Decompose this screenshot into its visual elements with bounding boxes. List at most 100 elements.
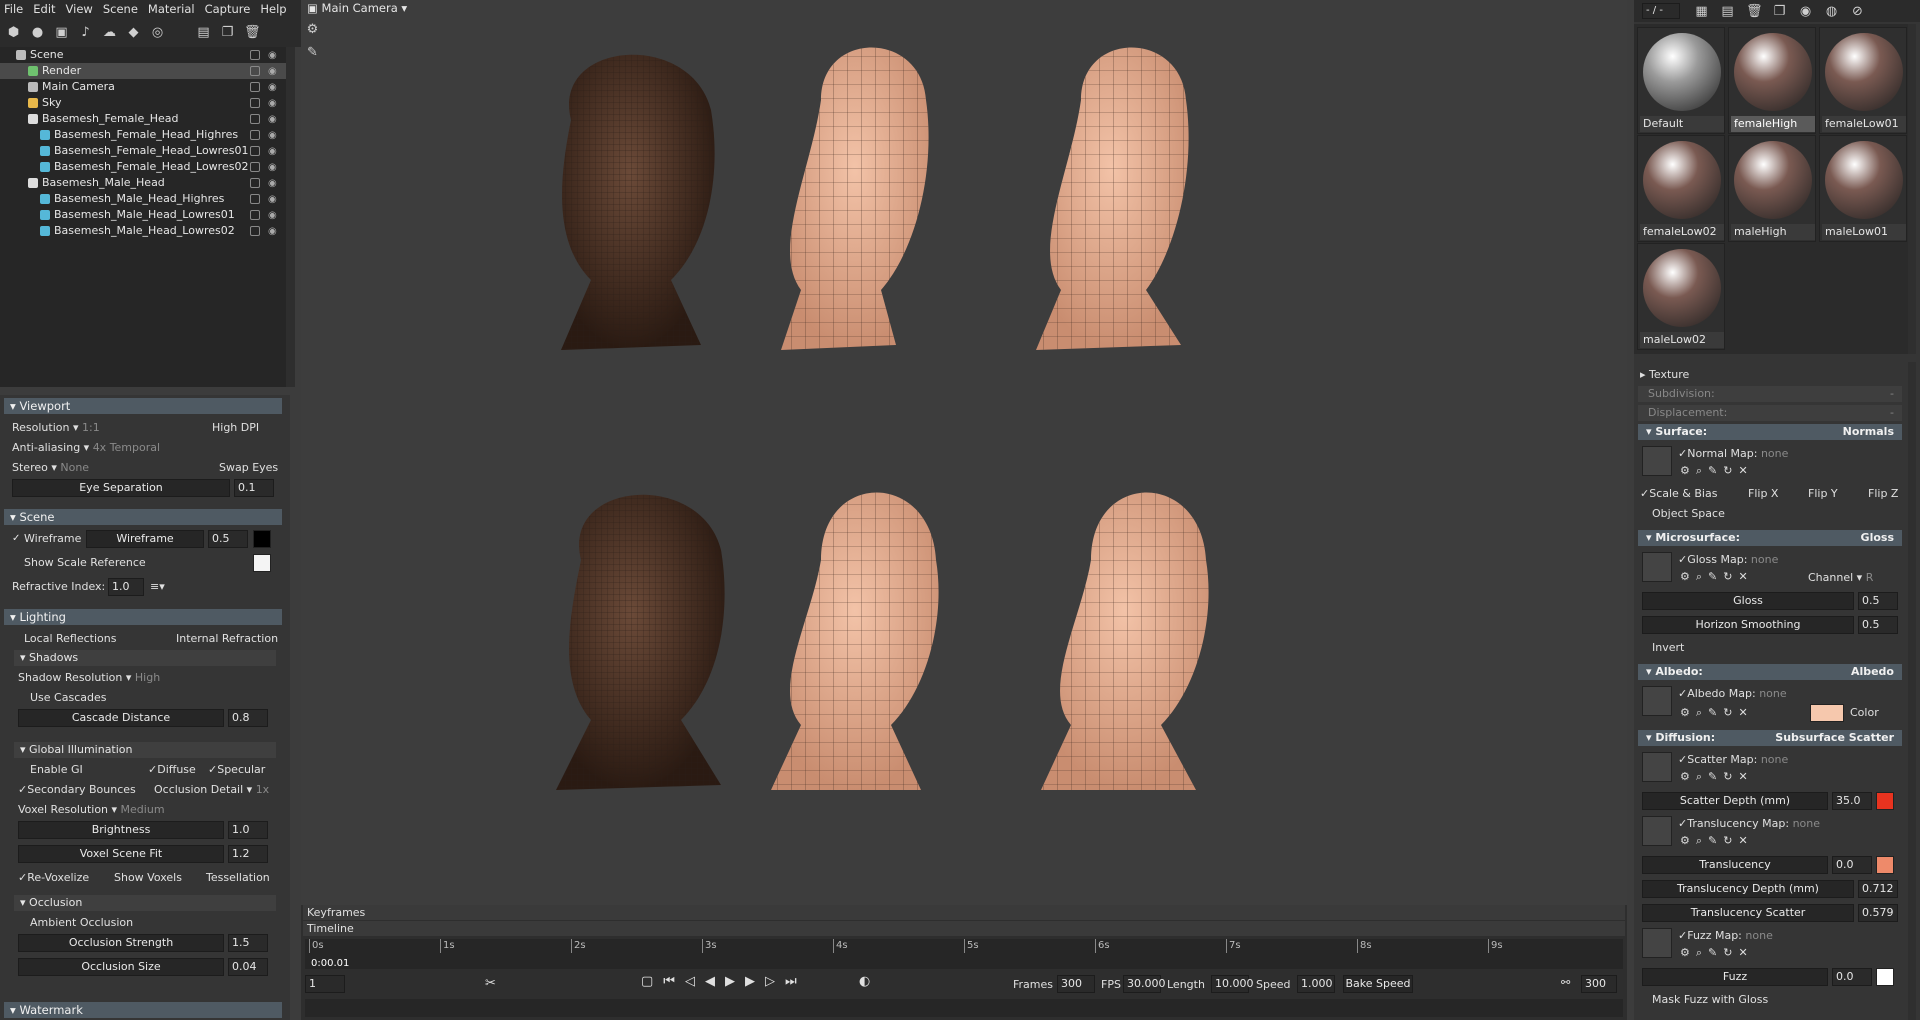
albedo-map-thumbnail[interactable]	[1642, 686, 1672, 716]
wireframe-checkbox[interactable]: ✓	[12, 534, 22, 544]
specular-checkbox[interactable]: ✓Specular	[208, 763, 265, 776]
material-thumbnail[interactable]: Default	[1637, 27, 1725, 134]
material-props-scrollbar[interactable]	[1908, 362, 1916, 1020]
pattern-icon[interactable]: ▦	[1694, 4, 1709, 19]
folder-icon[interactable]: ▤	[196, 25, 211, 40]
duplicate-icon[interactable]: ❐	[220, 25, 235, 40]
frame-field[interactable]: 1	[305, 975, 345, 993]
translucency-slider[interactable]: Translucency	[1642, 856, 1828, 874]
camera-selector[interactable]: ▣ Main Camera ▾	[301, 0, 701, 17]
time-ruler[interactable]: 0s 1s 2s 3s 4s 5s 6s 7s 8s 9s	[305, 939, 1623, 969]
diffusion-section[interactable]: ▾ Diffusion: Subsurface Scatter	[1638, 730, 1902, 746]
gloss-map-icons[interactable]: ⚙⌕✎↻✕	[1680, 570, 1754, 584]
scale-reference-color-swatch[interactable]	[253, 554, 271, 572]
add-audio-icon[interactable]: ♪	[78, 25, 93, 40]
show-scale-reference-label[interactable]: Show Scale Reference	[24, 556, 146, 569]
outliner-scrollbar[interactable]	[286, 47, 295, 387]
male-head-lowres01[interactable]	[771, 492, 939, 791]
translucency-depth-value[interactable]: 0.712	[1858, 880, 1898, 898]
translucency-map-icons[interactable]: ⚙⌕✎↻✕	[1680, 834, 1754, 848]
translucency-depth-slider[interactable]: Translucency Depth (mm)	[1642, 880, 1854, 898]
lock-icon[interactable]	[250, 98, 260, 108]
scatter-map-thumbnail[interactable]	[1642, 752, 1672, 782]
lock-icon[interactable]	[250, 146, 260, 156]
lock-icon[interactable]	[250, 114, 260, 124]
horizon-smoothing-value[interactable]: 0.5	[1858, 616, 1898, 634]
texture-section[interactable]: ▸ Texture	[1640, 368, 1689, 381]
shadow-resolution-dropdown[interactable]: Shadow Resolution ▾ High	[18, 671, 160, 684]
add-fog-icon[interactable]: ☁	[102, 25, 117, 40]
subdivision-row[interactable]: Subdivision: -	[1638, 386, 1902, 402]
fuzz-color-swatch[interactable]	[1876, 968, 1894, 986]
outliner-row[interactable]: Basemesh_Female_Head_Lowres02 ◉	[0, 159, 294, 175]
translucency-color-swatch[interactable]	[1876, 856, 1894, 874]
voxel-scene-fit-slider[interactable]: Voxel Scene Fit	[18, 845, 224, 863]
refractive-presets-icon[interactable]: ≡▾	[150, 580, 165, 593]
visibility-eye-icon[interactable]: ◉	[268, 144, 277, 160]
refractive-index-value[interactable]: 1.0	[108, 578, 144, 596]
menu-file[interactable]: File	[4, 2, 23, 16]
select-icon[interactable]: ◍	[1824, 4, 1839, 19]
enable-gi-label[interactable]: Enable GI	[30, 763, 83, 776]
fuzz-slider[interactable]: Fuzz	[1642, 968, 1828, 986]
wireframe-slider[interactable]: Wireframe	[86, 530, 204, 548]
outliner-row[interactable]: Basemesh_Female_Head ◉	[0, 111, 294, 127]
end-frame-value[interactable]: 300	[1581, 975, 1617, 993]
translucency-map-thumbnail[interactable]	[1642, 816, 1672, 846]
add-turntable-icon[interactable]: ◎	[150, 25, 165, 40]
scissors-icon[interactable]: ✂	[485, 976, 496, 991]
fps-value[interactable]: 30.000	[1123, 975, 1166, 993]
local-reflections-label[interactable]: Local Reflections	[24, 632, 116, 645]
eye-separation-slider[interactable]: Eye Separation	[12, 479, 230, 497]
scene-section-header[interactable]: ▾ Scene	[4, 509, 282, 525]
visibility-eye-icon[interactable]: ◉	[268, 64, 277, 80]
visibility-eye-icon[interactable]: ◉	[268, 48, 277, 64]
object-space-label[interactable]: Object Space	[1652, 507, 1725, 520]
visibility-eye-icon[interactable]: ◉	[268, 128, 277, 144]
cascade-distance-slider[interactable]: Cascade Distance	[18, 709, 224, 727]
occlusion-size-value[interactable]: 0.04	[228, 958, 268, 976]
eye-separation-value[interactable]: 0.1	[234, 479, 274, 497]
mask-fuzz-label[interactable]: Mask Fuzz with Gloss	[1652, 993, 1768, 1006]
3d-viewport[interactable]	[301, 0, 1627, 905]
gloss-slider[interactable]: Gloss	[1642, 592, 1854, 610]
scatter-map-icons[interactable]: ⚙⌕✎↻✕	[1680, 770, 1754, 784]
lock-icon[interactable]	[250, 226, 260, 236]
normal-map-thumbnail[interactable]	[1642, 446, 1672, 476]
outliner-row[interactable]: Scene ◉	[0, 47, 294, 63]
ambient-occlusion-label[interactable]: Ambient Occlusion	[30, 916, 133, 929]
occlusion-strength-slider[interactable]: Occlusion Strength	[18, 934, 224, 952]
anti-aliasing-dropdown[interactable]: Anti-aliasing ▾ 4x Temporal	[12, 441, 160, 454]
material-thumbnail[interactable]: maleHigh	[1728, 135, 1816, 242]
lock-icon[interactable]	[250, 82, 260, 92]
stereo-dropdown[interactable]: Stereo ▾ None	[12, 461, 89, 474]
re-voxelize-checkbox[interactable]: ✓Re-Voxelize	[18, 871, 89, 884]
female-head-highres[interactable]	[561, 54, 715, 350]
show-voxels-label[interactable]: Show Voxels	[114, 871, 182, 884]
global-illumination-subsection[interactable]: ▾ Global Illumination	[14, 742, 276, 758]
flip-x-label[interactable]: Flip X	[1748, 487, 1778, 500]
outliner-row[interactable]: Basemesh_Male_Head_Lowres01 ◉	[0, 207, 294, 223]
high-dpi-checkbox[interactable]	[200, 425, 210, 435]
material-thumbnail[interactable]: maleLow01	[1819, 135, 1907, 242]
menu-capture[interactable]: Capture	[205, 2, 251, 16]
watermark-section-header[interactable]: ▾ Watermark	[4, 1002, 282, 1018]
wireframe-value[interactable]: 0.5	[208, 530, 248, 548]
assign-icon[interactable]: ◉	[1798, 4, 1813, 19]
lock-icon[interactable]	[250, 66, 260, 76]
female-head-lowres02[interactable]	[1036, 47, 1189, 351]
diffuse-checkbox[interactable]: ✓Diffuse	[148, 763, 196, 776]
outliner-row[interactable]: Basemesh_Male_Head_Lowres02 ◉	[0, 223, 294, 239]
playback-controls[interactable]: ▢⏮◁◀▶▶▷⏭	[641, 974, 807, 989]
albedo-section[interactable]: ▾ Albedo: Albedo	[1638, 664, 1902, 680]
lock-icon[interactable]	[250, 162, 260, 172]
male-head-lowres02[interactable]	[1041, 492, 1209, 791]
brightness-value[interactable]: 1.0	[228, 821, 268, 839]
keyframes-header[interactable]: Keyframes	[303, 905, 1625, 920]
occlusion-subsection[interactable]: ▾ Occlusion	[14, 895, 276, 911]
flip-z-label[interactable]: Flip Z	[1868, 487, 1898, 500]
normal-map-icons[interactable]: ⚙⌕✎↻✕	[1680, 464, 1754, 478]
menu-material[interactable]: Material	[148, 2, 195, 16]
swap-eyes-label[interactable]: Swap Eyes	[219, 461, 278, 474]
scatter-color-swatch[interactable]	[1876, 792, 1894, 810]
